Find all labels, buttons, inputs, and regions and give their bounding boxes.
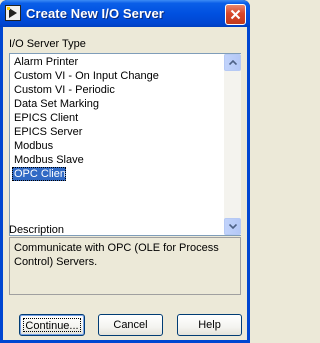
arrow-up-icon [229,60,237,65]
list-item[interactable]: Modbus [12,139,224,153]
dialog-body: I/O Server Type Alarm Printer Custom VI -… [3,27,247,340]
server-type-listbox[interactable]: Alarm Printer Custom VI - On Input Change… [9,53,241,236]
list-item[interactable]: Custom VI - On Input Change [12,69,224,83]
window-title: Create New I/O Server [26,6,164,21]
close-button[interactable] [225,4,246,25]
list-item[interactable]: EPICS Client [12,111,224,125]
list-item[interactable]: Modbus Slave [12,153,224,167]
title-bar[interactable]: Create New I/O Server [0,0,250,27]
description-label: Description [9,224,65,236]
continue-button[interactable]: Continue... [19,314,85,336]
list-item[interactable]: Alarm Printer [12,55,224,69]
arrow-down-icon [229,224,237,229]
scroll-up-button[interactable] [224,54,241,71]
close-icon [230,9,241,20]
labview-app-icon [5,5,21,21]
description-text: Communicate with OPC (OLE for Process Co… [9,237,241,295]
server-type-label: I/O Server Type [9,38,86,50]
window-border-right [247,27,250,343]
list-item[interactable]: EPICS Server [12,125,224,139]
help-button[interactable]: Help [177,314,242,336]
listbox-scrollbar[interactable] [224,54,241,235]
scroll-down-button[interactable] [224,218,241,235]
list-item[interactable]: OPC Client [12,167,69,181]
cancel-button[interactable]: Cancel [98,314,163,336]
continue-button-label: Continue... [23,318,81,332]
list-item[interactable]: Custom VI - Periodic [12,83,224,97]
dialog-window: Create New I/O Server I/O Server Type Al… [0,0,250,343]
list-item[interactable]: Data Set Marking [12,97,224,111]
server-type-list: Alarm Printer Custom VI - On Input Change… [12,55,224,181]
